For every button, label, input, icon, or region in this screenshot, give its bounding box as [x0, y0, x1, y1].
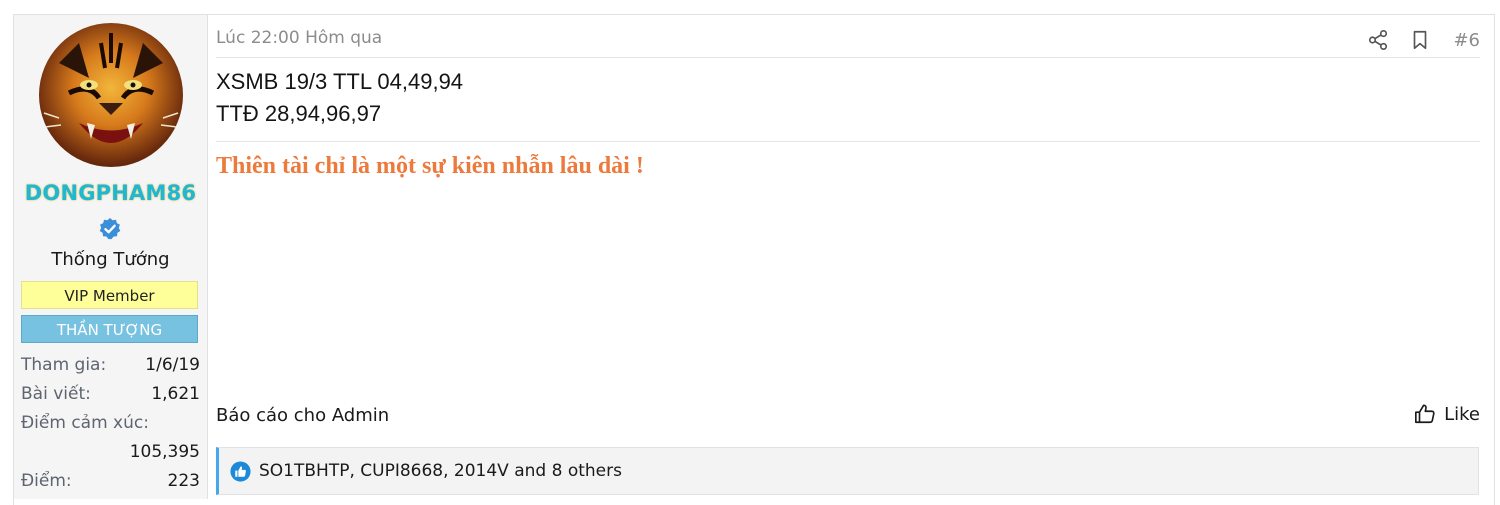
- message-post: DONGPHAM86 Thống Tướng VIP Member THẦN T…: [13, 14, 1495, 505]
- vip-member-banner: VIP Member: [21, 281, 198, 309]
- like-label: Like: [1444, 403, 1480, 425]
- stat-value[interactable]: 1,621: [151, 380, 200, 409]
- signature-divider: [216, 141, 1480, 142]
- idol-banner: THẦN TƯỢNG: [21, 315, 198, 343]
- user-rank: Thống Tướng: [51, 249, 170, 270]
- user-signature: Thiên tài chỉ là một sự kiên nhẫn lâu dà…: [216, 153, 644, 179]
- like-button[interactable]: Like: [1414, 403, 1480, 425]
- username[interactable]: DONGPHAM86: [14, 181, 207, 205]
- post-body-line: TTĐ 28,94,96,97: [216, 101, 382, 126]
- like-reaction-icon: [230, 460, 251, 482]
- user-sidebar: DONGPHAM86 Thống Tướng VIP Member THẦN T…: [14, 15, 208, 499]
- stat-label: Bài viết:: [21, 384, 91, 404]
- post-number[interactable]: #6: [1453, 30, 1480, 51]
- post-date[interactable]: Lúc 22:00 Hôm qua: [216, 28, 382, 48]
- stat-value: 105,395: [129, 442, 200, 462]
- report-link[interactable]: Báo cáo cho Admin: [216, 405, 389, 426]
- reactions-list[interactable]: SO1TBHTP, CUPI8668, 2014V and 8 others: [259, 461, 622, 481]
- user-avatar[interactable]: [39, 23, 183, 167]
- stat-posts: Bài viết: 1,621: [21, 380, 200, 409]
- stat-points: Điểm: 223: [21, 467, 200, 496]
- stat-joined: Tham gia: 1/6/19: [21, 351, 200, 380]
- bookmark-icon[interactable]: [1409, 29, 1431, 51]
- post-header: Lúc 22:00 Hôm qua #6: [216, 25, 1480, 58]
- verified-badge-icon: [99, 218, 121, 240]
- reactions-bar[interactable]: SO1TBHTP, CUPI8668, 2014V and 8 others: [216, 447, 1479, 495]
- post-header-actions: #6: [1347, 25, 1480, 55]
- stat-reaction-score: Điểm cảm xúc: 105,395: [21, 409, 200, 467]
- share-icon[interactable]: [1367, 29, 1389, 51]
- stat-value: 1/6/19: [145, 355, 200, 375]
- stat-label: Điểm:: [21, 471, 72, 491]
- thumbs-up-icon: [1415, 404, 1435, 424]
- stat-label: Tham gia:: [21, 355, 107, 375]
- user-stats: Tham gia: 1/6/19 Bài viết: 1,621 Điểm cả…: [21, 351, 200, 496]
- tiger-avatar-image: [43, 33, 179, 143]
- post-body-line: XSMB 19/3 TTL 04,49,94: [216, 69, 464, 94]
- stat-label: Điểm cảm xúc:: [21, 413, 149, 433]
- stat-value[interactable]: 223: [168, 467, 200, 496]
- message-main: Lúc 22:00 Hôm qua #6 XSMB 19/3 TTL 04,49…: [216, 15, 1480, 499]
